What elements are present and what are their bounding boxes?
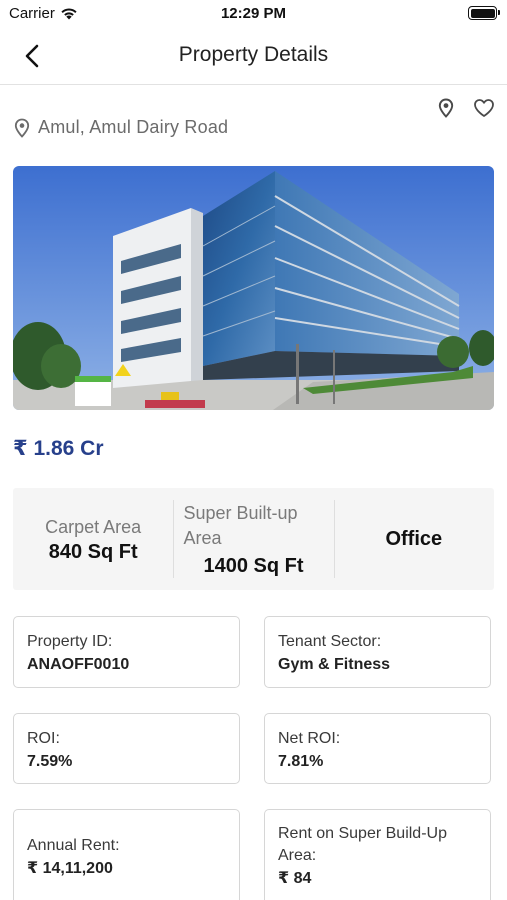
map-button[interactable] <box>435 96 457 120</box>
property-id-label: Property ID: <box>27 633 113 650</box>
heart-outline-icon <box>474 99 494 117</box>
property-type-stat: Office <box>333 488 494 590</box>
carpet-area-value: 840 Sq Ft <box>48 540 138 563</box>
rent-on-super-label: Rent on Super Build-Up Area: <box>278 825 447 864</box>
super-builtup-stat: Super Built-up Area 1400 Sq Ft <box>173 488 333 590</box>
favorite-button[interactable] <box>473 96 495 120</box>
super-builtup-value: 1400 Sq Ft <box>203 554 304 577</box>
rent-on-super-value: ₹ 84 <box>278 870 312 887</box>
roi-value: 7.59% <box>27 753 73 770</box>
net-roi-value: 7.81% <box>278 753 324 770</box>
carpet-area-stat: Carpet Area 840 Sq Ft <box>13 488 173 590</box>
property-image[interactable] <box>13 166 494 410</box>
net-roi-label: Net ROI: <box>278 730 341 747</box>
property-id-card: Property ID: ANAOFF0010 <box>13 616 240 688</box>
tenant-sector-label: Tenant Sector: <box>278 633 382 650</box>
header-actions <box>435 96 495 120</box>
tenant-sector-card: Tenant Sector: Gym & Fitness <box>264 616 491 688</box>
annual-rent-value: ₹ 14,11,200 <box>27 860 113 877</box>
nav-bar: Property Details <box>0 28 507 85</box>
location-pin-icon <box>438 98 454 118</box>
roi-label: ROI: <box>27 730 60 747</box>
carpet-area-label: Carpet Area <box>45 516 142 537</box>
net-roi-card: Net ROI: 7.81% <box>264 713 491 784</box>
area-summary-panel: Carpet Area 840 Sq Ft Super Built-up Are… <box>13 488 494 590</box>
property-id-value: ANAOFF0010 <box>27 656 130 673</box>
annual-rent-label: Annual Rent: <box>27 837 120 854</box>
super-builtup-label: Super Built-up Area <box>183 502 298 548</box>
page-title: Property Details <box>178 43 329 66</box>
battery-icon <box>468 6 500 20</box>
property-location: Amul, Amul Dairy Road <box>14 117 228 138</box>
status-bar: Carrier 12:29 PM <box>0 0 507 28</box>
property-type-value: Office <box>385 527 443 550</box>
status-time: 12:29 PM <box>220 5 287 22</box>
office-building-photo <box>13 166 494 410</box>
rent-on-super-card: Rent on Super Build-Up Area: ₹ 84 <box>264 809 491 900</box>
tenant-sector-value: Gym & Fitness <box>278 656 391 673</box>
location-text: Amul, Amul Dairy Road <box>38 117 229 137</box>
property-price: ₹ 1.86 Cr <box>13 437 104 460</box>
annual-rent-card: Annual Rent: ₹ 14,11,200 <box>13 809 240 900</box>
roi-card: ROI: 7.59% <box>13 713 240 784</box>
location-pin-icon <box>14 118 30 138</box>
